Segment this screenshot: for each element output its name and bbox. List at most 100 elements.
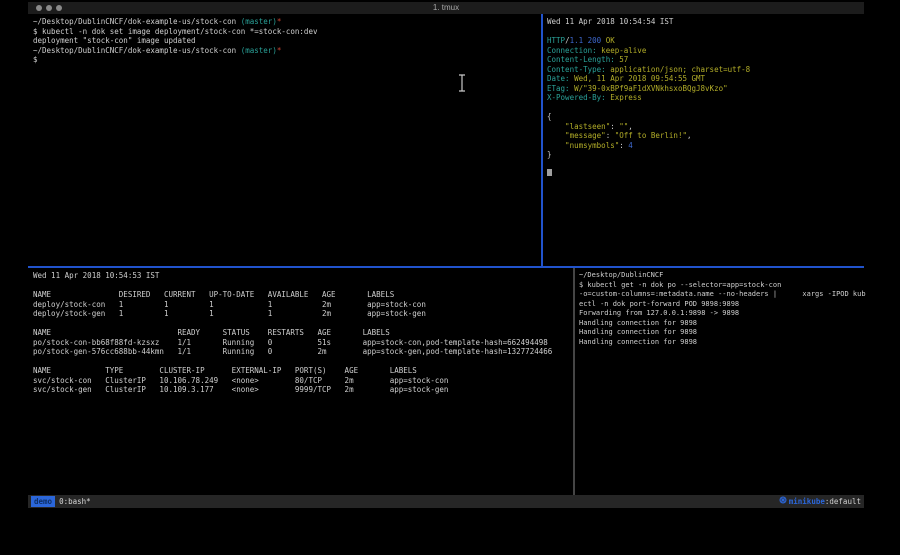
terminal-line — [33, 319, 578, 329]
text-cursor-icon — [458, 74, 466, 92]
text-segment: OK — [606, 36, 615, 45]
text-segment: deploy/stock-gen 1 1 1 1 2m app=stock-ge… — [33, 309, 426, 318]
text-segment: $ — [33, 55, 38, 64]
terminal-line: Content-Type: application/json; charset=… — [547, 65, 868, 75]
terminal-line: "lastseen": "", — [547, 122, 868, 132]
text-segment: "" — [619, 122, 628, 131]
terminal-line: Wed 11 Apr 2018 10:54:54 IST — [547, 17, 868, 27]
text-segment: svc/stock-gen ClusterIP 10.109.3.177 <no… — [33, 385, 448, 394]
terminal-line — [547, 27, 868, 37]
text-segment: application/json; charset=utf-8 — [606, 65, 751, 74]
text-segment: Date: — [547, 74, 570, 83]
text-segment — [33, 357, 38, 366]
text-segment: 4 — [628, 141, 633, 150]
text-segment: Handling connection for 9898 — [579, 338, 697, 346]
terminal-line: deploy/stock-con 1 1 1 1 2m app=stock-co… — [33, 300, 578, 310]
text-segment: NAME READY STATUS RESTARTS AGE LABELS — [33, 328, 390, 337]
text-segment: ~/Desktop/DublinCNCF — [579, 271, 663, 279]
terminal-line — [33, 281, 578, 291]
terminal-line: ectl -n dok port-forward POD 9898:9898 — [579, 300, 868, 310]
terminal-line: Forwarding from 127.0.0.1:9898 -> 9898 — [579, 309, 868, 319]
text-segment: Express — [606, 93, 642, 102]
text-segment: "message" — [547, 131, 606, 140]
text-segment: (master) — [241, 17, 277, 26]
text-segment: X-Powered-By: — [547, 93, 606, 102]
text-segment — [547, 27, 552, 36]
terminal-line: X-Powered-By: Express — [547, 93, 868, 103]
terminal-line: deployment "stock-con" image updated — [33, 36, 546, 46]
terminal-line: ~/Desktop/DublinCNCF/dok-example-us/stoc… — [33, 17, 546, 27]
terminal-line: $ — [33, 55, 546, 65]
pane-kubectl-get-bottom-left[interactable]: Wed 11 Apr 2018 10:54:53 IST NAME DESIRE… — [28, 268, 578, 498]
text-segment: Handling connection for 9898 — [579, 319, 697, 327]
kube-namespace: :default — [825, 495, 861, 508]
text-segment: deployment "stock-con" image updated — [33, 36, 196, 45]
text-segment: Handling connection for 9898 — [579, 328, 697, 336]
helm-wheel-icon — [743, 482, 787, 521]
screen: { "window": { "title": "1. tmux" }, "sta… — [0, 0, 900, 555]
text-segment: keep-alive — [597, 46, 647, 55]
text-segment: Connection: — [547, 46, 597, 55]
text-segment: $ kubectl -n dok set image deployment/st… — [33, 27, 317, 36]
terminal-line — [33, 357, 578, 367]
terminal-line: ETag: W/"39-0xBPf9aF1dXVNkhsxoBQgJ8vKzo" — [547, 84, 868, 94]
terminal-line: $ kubectl get -n dok po --selector=app=s… — [579, 281, 868, 291]
terminal-line — [547, 169, 868, 179]
status-right: minikube :default — [743, 482, 861, 521]
text-segment: Wed 11 Apr 2018 10:54:53 IST — [33, 271, 159, 280]
text-segment: Wed, 11 Apr 2018 09:54:55 GMT — [570, 74, 705, 83]
terminal-line: svc/stock-con ClusterIP 10.106.78.249 <n… — [33, 376, 578, 386]
text-segment: (master) — [241, 46, 277, 55]
text-segment: NAME DESIRED CURRENT UP-TO-DATE AVAILABL… — [33, 290, 394, 299]
text-segment: * — [277, 17, 282, 26]
text-segment — [547, 160, 552, 169]
terminal-line: } — [547, 150, 868, 160]
terminal-line: Handling connection for 9898 — [579, 328, 868, 338]
terminal-line: po/stock-gen-576cc688bb-44kmn 1/1 Runnin… — [33, 347, 578, 357]
terminal-line: -o=custom-columns=:metadata.name --no-he… — [579, 290, 868, 300]
text-segment: po/stock-con-bb68f88fd-kzsxz 1/1 Running… — [33, 338, 548, 347]
terminal-line: Content-Length: 57 — [547, 55, 868, 65]
text-segment: svc/stock-con ClusterIP 10.106.78.249 <n… — [33, 376, 448, 385]
terminal-line: Date: Wed, 11 Apr 2018 09:54:55 GMT — [547, 74, 868, 84]
session-name-badge: demo — [31, 496, 55, 507]
tmux-status-bar: demo 0:bash* minikube :default — [28, 495, 864, 508]
text-segment: ETag: — [547, 84, 570, 93]
text-segment — [547, 103, 552, 112]
text-segment: Content-Type: — [547, 65, 606, 74]
terminal-line: ~/Desktop/DublinCNCF/dok-example-us/stoc… — [33, 46, 546, 56]
terminal-line: deploy/stock-gen 1 1 1 1 2m app=stock-ge… — [33, 309, 578, 319]
text-segment: Content-Length: — [547, 55, 615, 64]
terminal-line: po/stock-con-bb68f88fd-kzsxz 1/1 Running… — [33, 338, 578, 348]
kube-context: minikube — [789, 495, 825, 508]
block-cursor — [547, 169, 552, 176]
pane-port-forward-bottom-right[interactable]: ~/Desktop/DublinCNCF $ kubectl get -n dok… — [575, 268, 868, 498]
text-segment — [33, 281, 38, 290]
window-tab[interactable]: 0:bash* — [59, 495, 91, 508]
terminal-line: { — [547, 112, 868, 122]
terminal-line: NAME READY STATUS RESTARTS AGE LABELS — [33, 328, 578, 338]
text-segment: W/"39-0xBPf9aF1dXVNkhsxoBQgJ8vKzo" — [570, 84, 728, 93]
pane-http-response-top-right[interactable]: Wed 11 Apr 2018 10:54:54 IST HTTP/1.1 20… — [543, 14, 868, 269]
text-segment: : — [610, 122, 619, 131]
text-segment: ectl -n dok port-forward POD 9898:9898 — [579, 300, 739, 308]
text-segment: $ kubectl get -n dok po --selector=app=s… — [579, 281, 781, 289]
status-left: demo 0:bash* — [31, 495, 91, 508]
text-segment: * — [277, 46, 282, 55]
text-segment: "lastseen" — [547, 122, 610, 131]
text-segment: : — [606, 131, 615, 140]
text-segment: "numsymbols" — [547, 141, 619, 150]
text-segment: "Off to Berlin!" — [615, 131, 687, 140]
text-segment: 57 — [615, 55, 629, 64]
terminal-line: "message": "Off to Berlin!", — [547, 131, 868, 141]
text-segment: deploy/stock-con 1 1 1 1 2m app=stock-co… — [33, 300, 426, 309]
text-segment: po/stock-gen-576cc688bb-44kmn 1/1 Runnin… — [33, 347, 552, 356]
window-title: 1. tmux — [28, 3, 864, 12]
terminal-line: Connection: keep-alive — [547, 46, 868, 56]
text-segment: 1.1 200 — [570, 36, 602, 45]
titlebar[interactable]: 1. tmux — [28, 2, 864, 14]
text-segment: } — [547, 150, 552, 159]
terminal-line: NAME TYPE CLUSTER-IP EXTERNAL-IP PORT(S)… — [33, 366, 578, 376]
pane-shell-top-left[interactable]: ~/Desktop/DublinCNCF/dok-example-us/stoc… — [28, 14, 546, 269]
text-segment: Forwarding from 127.0.0.1:9898 -> 9898 — [579, 309, 739, 317]
